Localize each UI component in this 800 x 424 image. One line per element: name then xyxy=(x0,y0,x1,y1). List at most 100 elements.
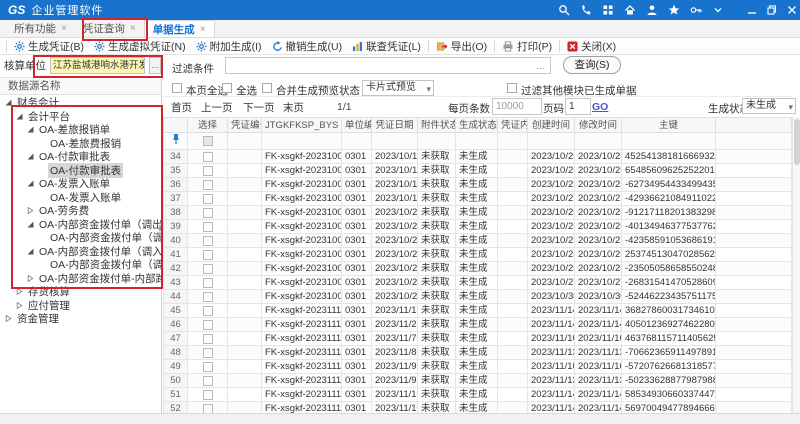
star-icon[interactable] xyxy=(668,4,680,16)
row-checkbox[interactable] xyxy=(203,404,213,414)
merge-generate-checkbox[interactable] xyxy=(262,83,272,93)
preview-state-select[interactable]: 卡片式预览 ▾ xyxy=(362,80,434,96)
tree-item[interactable]: OA-内部资金拨付单（调入单位凭证） xyxy=(0,258,161,272)
print-button[interactable]: 打印(P) xyxy=(497,39,557,54)
table-row[interactable]: 48FK-xsgkf-20231114603012023/11/8未获取未生成2… xyxy=(164,346,792,360)
first-page-button[interactable]: 首页 xyxy=(168,100,192,115)
table-row[interactable]: 47FK-xsgkf-20231111903012023/11/7未获取未生成2… xyxy=(164,332,792,346)
column-header[interactable]: 凭证日期 xyxy=(372,118,418,133)
column-header[interactable]: JTGKFKSP_BYS xyxy=(262,118,342,133)
tree-item[interactable]: OA-付款审批表 xyxy=(0,150,161,164)
tab-close-icon[interactable]: × xyxy=(61,23,67,34)
tree-item[interactable]: 存货核算 xyxy=(0,285,161,299)
export-button[interactable]: 导出(O) xyxy=(431,39,492,54)
chevron-down-icon[interactable] xyxy=(712,4,724,16)
tab-3[interactable]: 单据生成× xyxy=(144,20,215,37)
tree-item[interactable]: OA-差旅费报销 xyxy=(0,137,161,151)
tree-item[interactable]: OA-劳务费 xyxy=(0,204,161,218)
column-header[interactable]: 单位编号 xyxy=(342,118,372,133)
table-row[interactable]: 50FK-xsgkf-20231115203012023/11/9未获取未生成2… xyxy=(164,374,792,388)
table-row[interactable]: 51FK-xsgkf-20231117003012023/11/10未获取未生成… xyxy=(164,388,792,402)
vertical-scrollbar[interactable] xyxy=(792,117,800,413)
tree-item[interactable]: OA-付款审批表 xyxy=(0,164,161,178)
row-checkbox[interactable] xyxy=(203,152,213,162)
tree-item[interactable]: OA-发票入账单 xyxy=(0,177,161,191)
vertical-scrollbar-thumb[interactable] xyxy=(794,119,800,165)
tree-item[interactable]: 会计平台 xyxy=(0,110,161,124)
column-header[interactable]: 生成状态 xyxy=(456,118,498,133)
row-checkbox[interactable] xyxy=(203,390,213,400)
restore-icon[interactable] xyxy=(766,4,778,16)
tree-item[interactable]: OA-发票入账单 xyxy=(0,191,161,205)
table-row[interactable]: 52FK-xsgkf-20231116903012023/11/10未获取未生成… xyxy=(164,402,792,414)
tree-item[interactable]: OA-内部资金拨付单（调出单位凭证） xyxy=(0,231,161,245)
phone-icon[interactable] xyxy=(580,4,592,16)
row-checkbox[interactable] xyxy=(203,264,213,274)
row-checkbox[interactable] xyxy=(203,180,213,190)
page-number-input[interactable]: 1 xyxy=(565,98,591,115)
generate-state-select[interactable]: 未生成 ▾ xyxy=(742,98,796,114)
tree-item[interactable]: OA-内部资金拨付单（调出） xyxy=(0,218,161,232)
row-checkbox[interactable] xyxy=(203,222,213,232)
horizontal-scrollbar[interactable] xyxy=(0,413,800,424)
generate-voucher-button[interactable]: 生成凭证(B) xyxy=(9,39,89,54)
row-checkbox[interactable] xyxy=(203,376,213,386)
row-checkbox[interactable] xyxy=(203,334,213,344)
minimize-icon[interactable] xyxy=(746,4,758,16)
accounting-unit-field[interactable]: 江苏盐城港响水港开发集团有限公司 xyxy=(50,57,145,74)
table-row[interactable]: 46FK-xsgkf-20231111503012023/11/2未获取未生成2… xyxy=(164,318,792,332)
apps-icon[interactable] xyxy=(602,4,614,16)
table-row[interactable]: 35FK-xsgkf-20231005603012023/10/18未获取未生成… xyxy=(164,164,792,178)
table-row[interactable]: 36FK-xsgkf-20231006703012023/10/19未获取未生成… xyxy=(164,178,792,192)
query-button[interactable]: 查询(S) xyxy=(563,56,621,74)
column-header[interactable]: 附件状态 xyxy=(418,118,456,133)
table-row[interactable]: 38FK-xsgkf-20231006903012023/10/20未获取未生成… xyxy=(164,206,792,220)
table-row[interactable]: 44FK-xsgkf-20231009303012023/10/27未获取未生成… xyxy=(164,290,792,304)
column-header[interactable]: 选择 xyxy=(188,118,228,133)
row-checkbox[interactable] xyxy=(203,348,213,358)
tree-item[interactable]: 应付管理 xyxy=(0,299,161,313)
user-icon[interactable] xyxy=(646,4,658,16)
table-row[interactable]: 39FK-xsgkf-20231007003012023/10/20未获取未生成… xyxy=(164,220,792,234)
row-checkbox[interactable] xyxy=(203,306,213,316)
column-header[interactable] xyxy=(716,118,792,133)
tree-item[interactable]: OA-内部资金拨付单（调入） xyxy=(0,245,161,259)
tab-close-icon[interactable]: × xyxy=(130,23,136,34)
select-all-checkbox[interactable] xyxy=(222,83,232,93)
prev-page-button[interactable]: 上一页 xyxy=(198,100,233,115)
row-checkbox[interactable] xyxy=(203,236,213,246)
row-checkbox[interactable] xyxy=(203,208,213,218)
append-generate-button[interactable]: 附加生成(I) xyxy=(191,39,267,54)
go-button[interactable]: GO xyxy=(592,101,608,113)
column-header[interactable]: 凭证内码 xyxy=(498,118,528,133)
table-row[interactable]: 40FK-xsgkf-20231007103012023/10/23未获取未生成… xyxy=(164,234,792,248)
tree-item[interactable]: 财务会计 xyxy=(0,96,161,110)
table-row[interactable]: 37FK-xsgkf-20231006803012023/10/19未获取未生成… xyxy=(164,192,792,206)
table-row[interactable]: 49FK-xsgkf-20231115303012023/11/9未获取未生成2… xyxy=(164,360,792,374)
next-page-button[interactable]: 下一页 xyxy=(240,100,275,115)
undo-generate-button[interactable]: 撤销生成(U) xyxy=(267,39,348,54)
tree-item[interactable]: OA-差旅报销单 xyxy=(0,123,161,137)
column-header[interactable]: 主键 xyxy=(622,118,716,133)
column-header[interactable]: 凭证编号 xyxy=(228,118,262,133)
close-icon[interactable] xyxy=(786,4,798,16)
column-header[interactable]: 创建时间 xyxy=(528,118,575,133)
last-page-button[interactable]: 末页 xyxy=(280,100,304,115)
filter-generated-checkbox[interactable] xyxy=(507,83,517,93)
table-row[interactable]: 41FK-xsgkf-20231007303012023/10/23未获取未生成… xyxy=(164,248,792,262)
close-button[interactable]: 关闭(X) xyxy=(562,39,621,54)
filter-browse-button[interactable]: … xyxy=(536,61,545,71)
linked-query-voucher-button[interactable]: 联查凭证(L) xyxy=(347,39,426,54)
key-icon[interactable] xyxy=(690,4,702,16)
table-row[interactable]: 43FK-xsgkf-20231007503012023/10/24未获取未生成… xyxy=(164,276,792,290)
home-icon[interactable] xyxy=(624,4,636,16)
header-checkbox[interactable] xyxy=(203,136,213,146)
accounting-unit-browse-button[interactable]: … xyxy=(149,57,161,74)
row-checkbox[interactable] xyxy=(203,166,213,176)
tree-item[interactable]: 资金管理 xyxy=(0,312,161,326)
per-page-input[interactable]: 10000 xyxy=(492,98,542,115)
row-checkbox[interactable] xyxy=(203,292,213,302)
select-page-checkbox[interactable] xyxy=(172,83,182,93)
table-row[interactable]: 34FK-xsgkf-20231006203012023/10/18未获取未生成… xyxy=(164,150,792,164)
search-icon[interactable] xyxy=(558,4,570,16)
